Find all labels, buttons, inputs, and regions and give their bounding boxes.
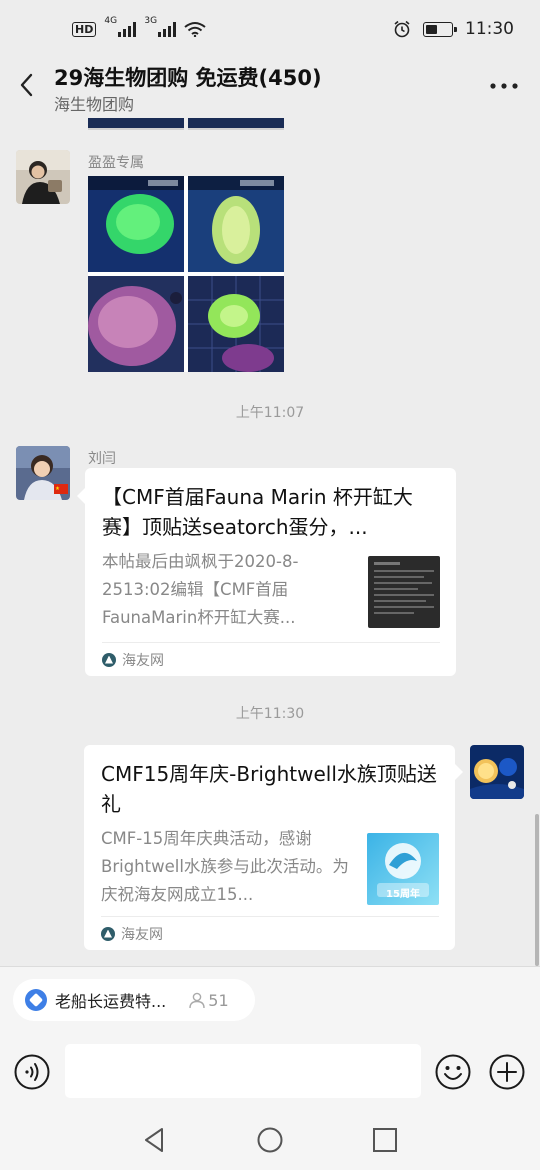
previous-image-edge[interactable]: [88, 118, 284, 130]
emoji-icon[interactable]: [435, 1054, 471, 1090]
link-card[interactable]: 【CMF首届Fauna Marin 杯开缸大赛】顶贴送seatorch蛋分，..…: [85, 468, 456, 676]
link-card-source: 海友网: [101, 916, 439, 950]
back-icon[interactable]: [14, 70, 42, 100]
nav-recents-icon[interactable]: [371, 1126, 399, 1154]
battery-icon: [423, 21, 457, 37]
link-card-thumbnail: [368, 556, 440, 628]
signal-label-1: 4G: [104, 16, 118, 26]
source-logo-icon: [101, 926, 115, 941]
pinned-message[interactable]: 老船长运费特... 51: [13, 979, 255, 1021]
nav-home-icon[interactable]: [256, 1126, 284, 1154]
source-logo-icon: [102, 652, 116, 667]
link-card-source-name: 海友网: [122, 652, 164, 669]
person-icon: [189, 992, 205, 1009]
link-card-title: CMF15周年庆-Brightwell水族顶贴送礼: [101, 762, 437, 816]
message-input[interactable]: [65, 1044, 421, 1098]
status-left: HD 4G 3G: [72, 16, 206, 37]
link-card-title: 【CMF首届Fauna Marin 杯开缸大赛】顶贴送seatorch蛋分，..…: [102, 485, 413, 539]
link-card-description: CMF-15周年庆典活动，感谢Brightwell水族参与此次活动。为庆祝海友网…: [101, 829, 349, 904]
link-card-source-name: 海友网: [121, 926, 163, 943]
pinned-text: 老船长运费特...: [55, 992, 167, 1011]
plus-icon[interactable]: [489, 1054, 525, 1090]
status-time: 11:30: [465, 19, 514, 39]
coral-photo-4[interactable]: [188, 276, 284, 372]
chat-subtitle: 海生物团购: [54, 95, 135, 114]
pinned-bar: 老船长运费特... 51: [0, 966, 540, 1034]
chat-messages[interactable]: 盈盈专属 上午11:07 刘闫 【CMF首届Fauna Marin 杯开缸大赛】…: [0, 118, 540, 966]
chat-header: 29海生物团购 免运费(450) 海生物团购: [0, 58, 540, 118]
link-card-source: 海友网: [102, 642, 440, 676]
avatar[interactable]: [470, 745, 524, 799]
signal-icon-2: 3G: [144, 16, 177, 37]
input-bar: [0, 1034, 540, 1106]
bubble-tail: [77, 488, 85, 504]
avatar[interactable]: [16, 150, 70, 204]
pinned-icon: [25, 989, 47, 1011]
sender-name: 刘闫: [88, 451, 116, 467]
status-right: 11:30: [393, 19, 514, 39]
sender-name: 盈盈专属: [88, 155, 144, 171]
more-icon[interactable]: [488, 76, 520, 96]
status-bar: HD 4G 3G 11:30: [0, 0, 540, 58]
signal-icon-1: 4G: [104, 16, 137, 37]
pinned-count-value: 51: [208, 990, 229, 1010]
link-card[interactable]: CMF15周年庆-Brightwell水族顶贴送礼 CMF-15周年庆典活动，感…: [84, 745, 455, 950]
voice-icon[interactable]: [14, 1054, 50, 1090]
image-grid: [88, 176, 284, 372]
wifi-icon: [184, 22, 206, 37]
chat-title: 29海生物团购 免运费(450): [54, 66, 322, 90]
timestamp: 上午11:30: [235, 706, 305, 722]
timestamp: 上午11:07: [235, 405, 305, 421]
hd-badge: HD: [72, 21, 97, 37]
signal-label-2: 3G: [144, 16, 158, 26]
link-card-description: 本帖最后由飒枫于2020-8-2513:02编辑【CMF首届FaunaMarin…: [102, 552, 299, 627]
link-card-thumbnail: 15周年: [367, 833, 439, 905]
system-nav-bar: [0, 1106, 540, 1170]
avatar[interactable]: [16, 446, 70, 500]
pinned-count: 51: [188, 990, 229, 1010]
alarm-icon: [394, 20, 410, 38]
coral-photo-1[interactable]: [88, 176, 184, 272]
chat-scrollbar[interactable]: [535, 814, 539, 966]
coral-photo-3[interactable]: [88, 276, 184, 372]
battery-fill: [426, 24, 437, 34]
thumbnail-caption: 15周年: [386, 889, 420, 900]
bubble-tail: [455, 764, 463, 780]
coral-photo-2[interactable]: [188, 176, 284, 272]
nav-back-icon[interactable]: [141, 1126, 169, 1154]
